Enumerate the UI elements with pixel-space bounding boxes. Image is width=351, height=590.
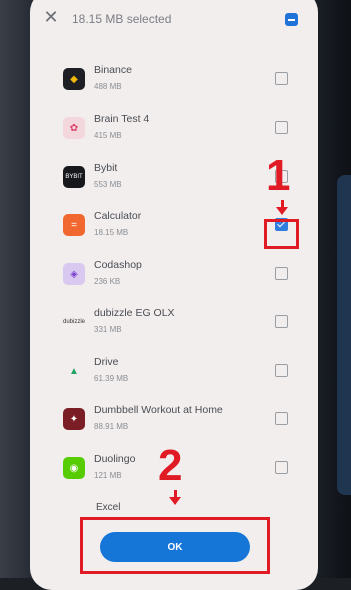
app-name: Brain Test 4	[94, 113, 150, 125]
brain-icon: ✿	[63, 117, 85, 139]
annotation-box-checkbox	[264, 219, 299, 249]
app-row[interactable]: ◆ Binance 488 MB	[30, 62, 318, 110]
annotation-number-1: 1	[266, 151, 291, 200]
app-size: 88.91 MB	[94, 422, 129, 431]
select-all-checkbox[interactable]	[285, 13, 298, 26]
app-name: Dumbbell Workout at Home	[94, 404, 223, 416]
dumbbell-icon: ✦	[63, 408, 85, 430]
app-row[interactable]: ◈ Codashop 236 KB	[30, 257, 318, 305]
app-name: Binance	[94, 64, 132, 76]
bybit-icon: BYBIT	[63, 166, 85, 188]
codashop-icon: ◈	[63, 263, 85, 285]
close-icon[interactable]: ✕	[42, 8, 60, 26]
app-row[interactable]: ▲ Drive 61.39 MB	[30, 354, 318, 402]
app-size: 415 MB	[94, 131, 122, 140]
app-name: Codashop	[94, 259, 142, 271]
app-name: dubizzle EG OLX	[94, 307, 175, 319]
background-device-edge	[337, 175, 351, 495]
app-name: Drive	[94, 356, 119, 368]
app-checkbox[interactable]	[275, 267, 288, 280]
app-checkbox[interactable]	[275, 412, 288, 425]
app-size: 61.39 MB	[94, 374, 129, 383]
annotation-arrow-2	[169, 497, 181, 505]
drive-icon: ▲	[63, 360, 85, 382]
duolingo-icon: ◉	[63, 457, 85, 479]
app-size: 553 MB	[94, 180, 122, 189]
binance-icon: ◆	[63, 68, 85, 90]
app-checkbox[interactable]	[275, 364, 288, 377]
app-size: 488 MB	[94, 82, 122, 91]
app-name: Bybit	[94, 162, 118, 174]
list-item-peek: Excel	[96, 502, 121, 513]
app-row[interactable]: dubizzle dubizzle EG OLX 331 MB	[30, 305, 318, 353]
annotation-number-2: 2	[158, 441, 183, 490]
dubizzle-icon: dubizzle	[63, 311, 85, 333]
app-size: 18.15 MB	[94, 228, 129, 237]
app-checkbox[interactable]	[275, 72, 288, 85]
app-checkbox[interactable]	[275, 461, 288, 474]
calculator-icon: =	[63, 214, 85, 236]
app-size: 331 MB	[94, 325, 122, 334]
annotation-box-ok	[80, 517, 270, 574]
selection-header: ✕ 18.15 MB selected	[30, 0, 318, 40]
app-name: Duolingo	[94, 453, 136, 465]
app-size: 236 KB	[94, 277, 121, 286]
app-name: Calculator	[94, 210, 142, 222]
app-checkbox[interactable]	[275, 121, 288, 134]
annotation-arrow-1	[276, 207, 288, 215]
app-size: 121 MB	[94, 471, 122, 480]
selection-title: 18.15 MB selected	[72, 12, 172, 26]
app-checkbox[interactable]	[275, 315, 288, 328]
